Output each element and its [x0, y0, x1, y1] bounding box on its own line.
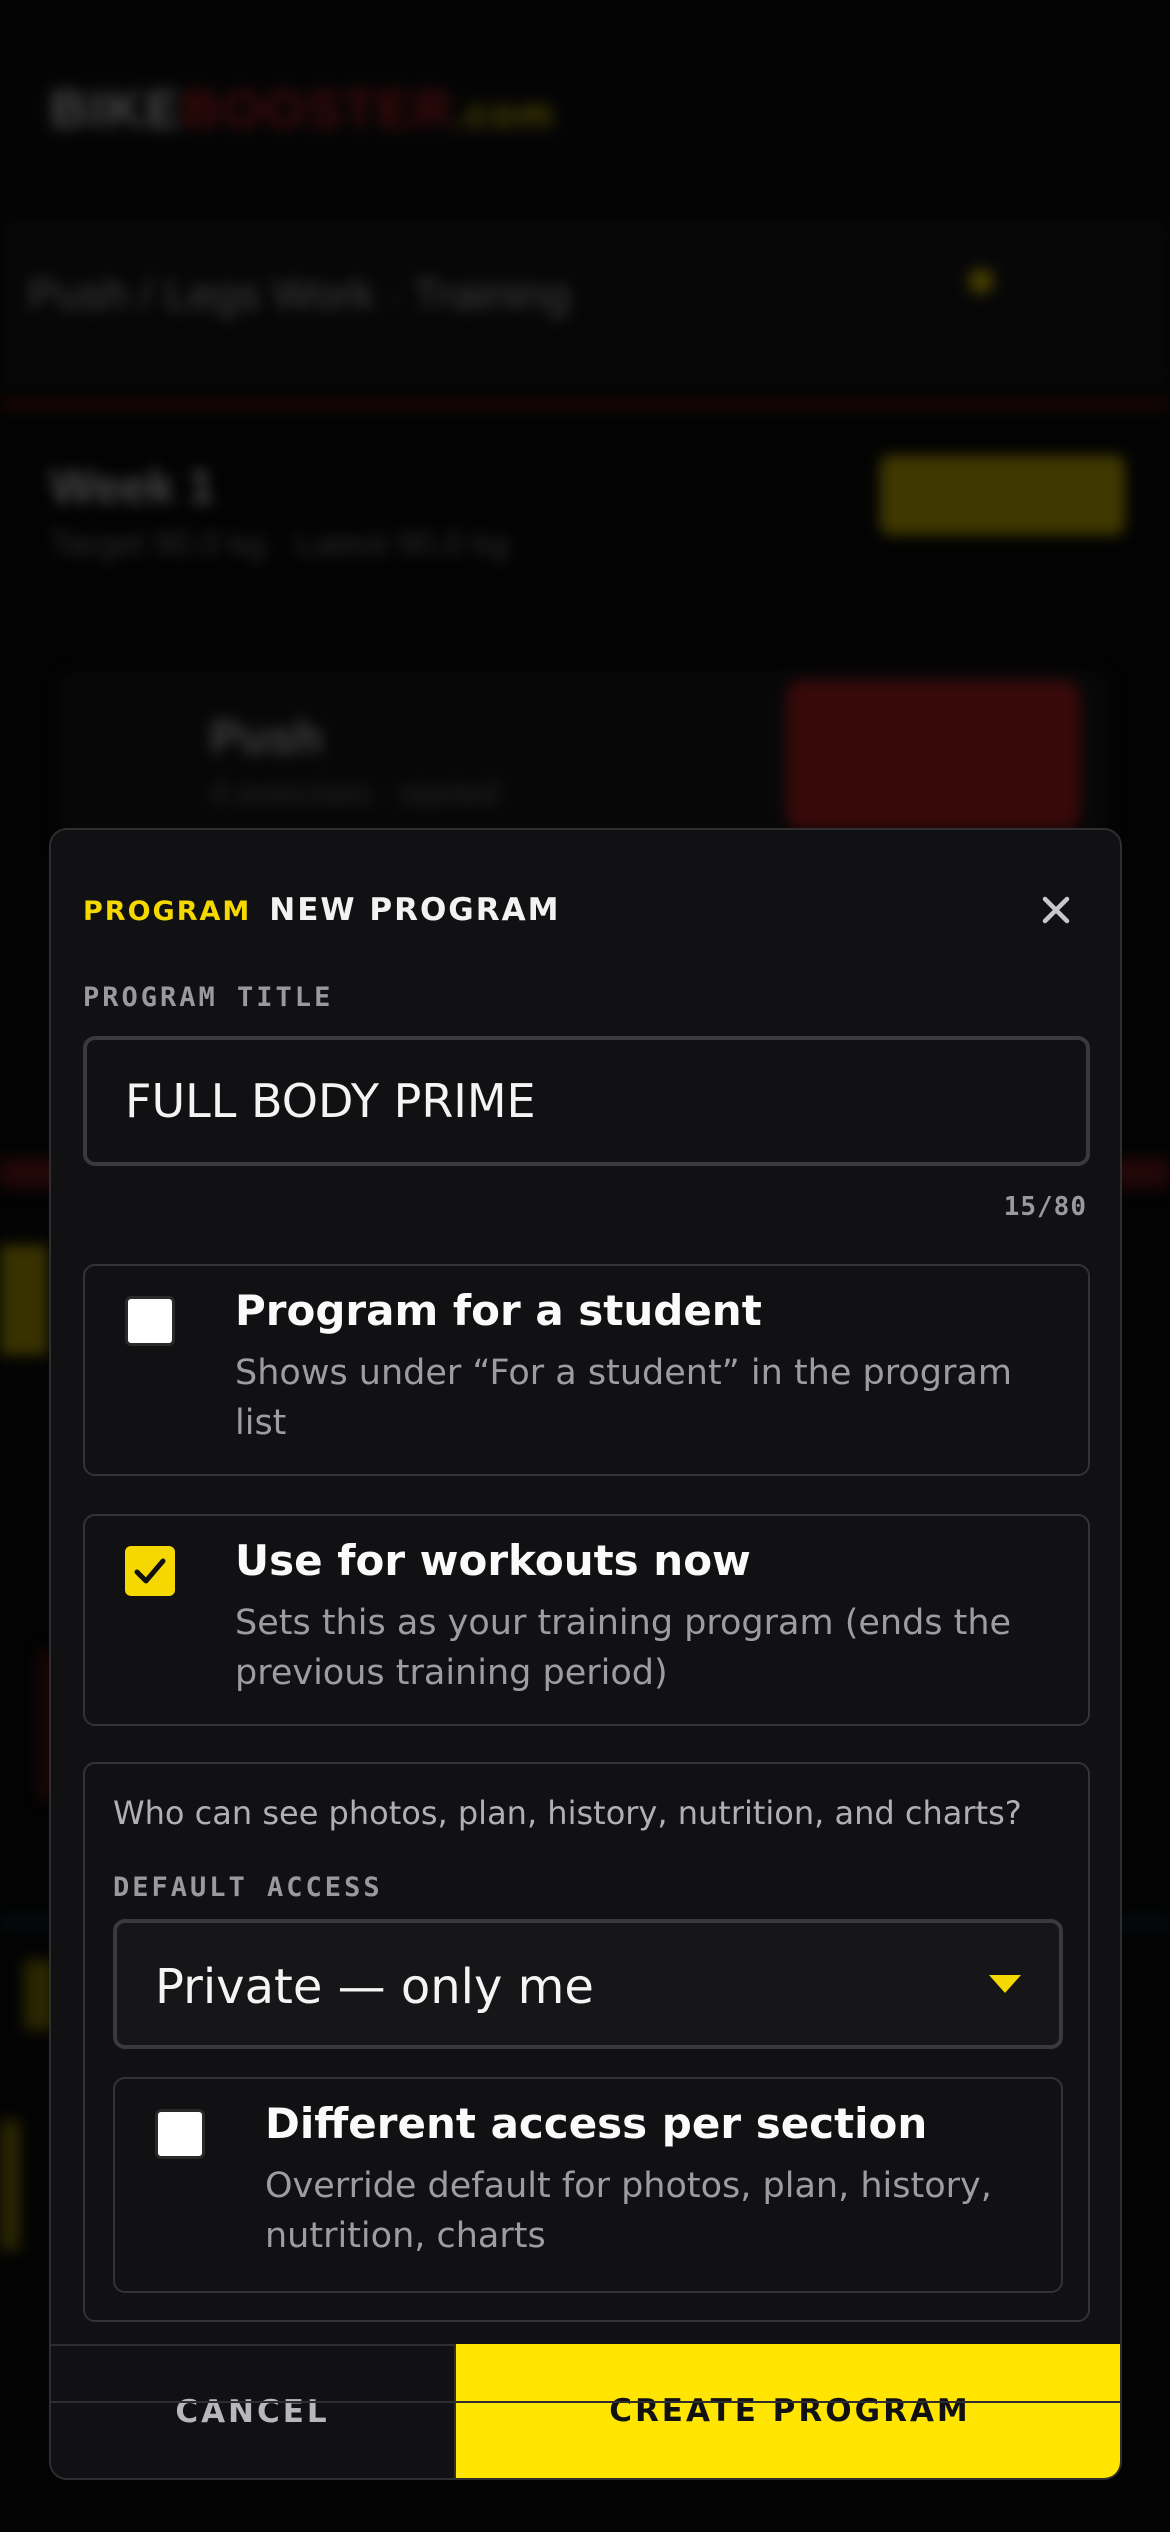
char-counter: 15/80 — [1003, 1192, 1087, 1222]
option-description: Sets this as your training program (ends… — [235, 1603, 1012, 1693]
modal-title: NEW PROGRAM — [269, 892, 561, 928]
per-section-access-checkbox[interactable] — [155, 2109, 205, 2159]
use-now-checkbox[interactable] — [125, 1546, 175, 1596]
program-title-input[interactable] — [83, 1036, 1090, 1166]
option-title: Program for a student — [235, 1286, 762, 1335]
default-access-value: Private — only me — [155, 1959, 594, 2015]
default-access-select[interactable]: Private — only me — [113, 1919, 1063, 2049]
use-now-option[interactable]: Use for workouts now Sets this as your t… — [83, 1514, 1090, 1726]
create-program-button[interactable]: CREATE PROGRAM — [456, 2344, 1120, 2478]
student-program-checkbox[interactable] — [125, 1296, 175, 1346]
default-access-label: DEFAULT ACCESS — [113, 1872, 383, 1903]
option-title: Use for workouts now — [235, 1536, 751, 1585]
modal-header: PROGRAM NEW PROGRAM — [83, 892, 560, 928]
close-icon — [1042, 896, 1070, 924]
option-description: Override default for photos, plan, histo… — [265, 2166, 992, 2256]
modal-eyebrow: PROGRAM — [83, 896, 252, 927]
checkmark-icon — [134, 1558, 166, 1584]
access-section: Who can see photos, plan, history, nutri… — [83, 1762, 1090, 2322]
modal-footer: CANCEL CREATE PROGRAM — [51, 2344, 1120, 2478]
access-question: Who can see photos, plan, history, nutri… — [113, 1794, 1022, 1832]
program-title-label: PROGRAM TITLE — [83, 982, 334, 1013]
cancel-button[interactable]: CANCEL — [51, 2344, 456, 2478]
close-button[interactable] — [1032, 886, 1080, 934]
option-title: Different access per section — [265, 2099, 928, 2148]
caret-down-icon — [989, 1975, 1021, 1993]
per-section-access-option[interactable]: Different access per section Override de… — [113, 2077, 1063, 2293]
new-program-modal: PROGRAM NEW PROGRAM PROGRAM TITLE 15/80 … — [49, 828, 1122, 2480]
student-program-option[interactable]: Program for a student Shows under “For a… — [83, 1264, 1090, 1476]
option-description: Shows under “For a student” in the progr… — [235, 1353, 1012, 1443]
